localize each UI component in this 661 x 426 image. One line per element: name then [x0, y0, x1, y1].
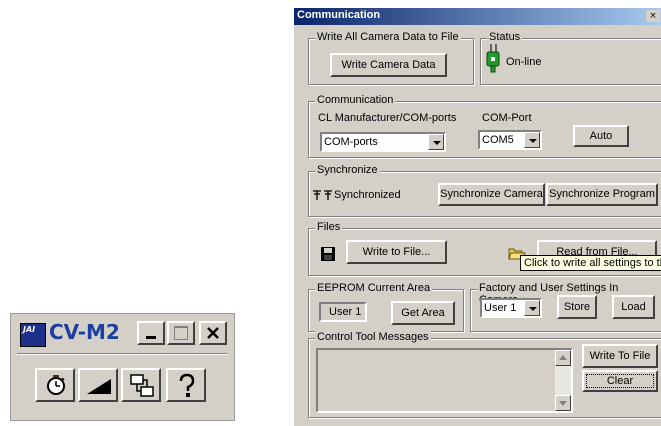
timer-button[interactable]: [35, 368, 75, 402]
communication-button[interactable]: [121, 368, 161, 402]
gain-ramp-icon: [87, 379, 111, 394]
write-to-file-messages-button[interactable]: Write To File: [582, 344, 658, 368]
user-settings-select[interactable]: User 1: [480, 298, 542, 318]
minimize-icon: [146, 336, 156, 339]
close-button[interactable]: [199, 321, 227, 345]
eeprom-current-area: User 1: [319, 302, 367, 322]
tooltip: Click to write all settings to th: [520, 255, 661, 271]
write-all-group-label: Write All Camera Data to File: [315, 31, 461, 43]
sync-status-text: Synchronized: [334, 189, 401, 201]
store-button[interactable]: Store: [557, 295, 597, 319]
eeprom-group-label: EEPROM Current Area: [315, 282, 433, 294]
synchronize-program-button[interactable]: Synchronize Program: [546, 183, 658, 206]
messages-scrollbar[interactable]: [555, 350, 571, 411]
synchronize-group-label: Synchronize: [315, 164, 380, 176]
gain-button[interactable]: [78, 368, 118, 402]
write-to-file-button[interactable]: Write to File...: [346, 240, 447, 264]
maximize-button[interactable]: [167, 321, 195, 345]
help-icon: [179, 373, 195, 397]
manufacturer-label: CL Manufacturer/COM-ports: [318, 112, 457, 124]
load-button[interactable]: Load: [612, 295, 655, 319]
communication-dialog: Communication × Write All Camera Data to…: [293, 8, 661, 426]
communication-group-label: Communication: [315, 94, 396, 106]
toolbar-titlebar[interactable]: JAI CV-M2: [11, 314, 234, 350]
help-button[interactable]: [166, 368, 206, 402]
close-icon: ×: [649, 11, 657, 21]
tooltip-text: Click to write all settings to th: [524, 257, 661, 269]
com-port-select[interactable]: COM5: [478, 130, 542, 150]
com-port-label: COM-Port: [482, 112, 532, 124]
toolbar-divider: [17, 353, 227, 355]
maximize-icon: [174, 326, 188, 340]
scroll-up-button[interactable]: [555, 350, 571, 366]
chevron-down-icon[interactable]: [428, 134, 444, 150]
sync-status-icon: [313, 190, 332, 200]
jai-logo-icon: JAI: [20, 323, 46, 347]
auto-button[interactable]: Auto: [573, 125, 629, 147]
clear-button[interactable]: Clear: [582, 370, 658, 392]
stopwatch-icon: [47, 375, 65, 395]
get-area-button[interactable]: Get Area: [391, 301, 455, 325]
save-disk-icon: [321, 247, 335, 261]
files-group-label: Files: [315, 221, 343, 233]
chevron-down-icon[interactable]: [524, 300, 540, 316]
eeprom-current-area-value: User 1: [329, 306, 362, 318]
network-icon: [130, 374, 154, 397]
messages-group-label: Control Tool Messages: [315, 331, 431, 343]
synchronize-camera-button[interactable]: Synchronize Camera: [438, 183, 545, 206]
minimize-button[interactable]: [137, 321, 165, 345]
user-settings-select-value: User 1: [484, 302, 517, 314]
dialog-title: Communication: [297, 9, 381, 21]
manufacturer-select-value: COM-ports: [324, 136, 378, 148]
write-camera-data-button[interactable]: Write Camera Data: [330, 53, 447, 77]
dialog-close-button[interactable]: ×: [646, 10, 660, 22]
chevron-up-icon: [559, 355, 567, 360]
chevron-down-icon: [559, 401, 567, 406]
chevron-down-icon[interactable]: [524, 132, 540, 148]
toolbar-window: JAI CV-M2: [10, 313, 235, 421]
dialog-titlebar[interactable]: Communication ×: [294, 8, 661, 25]
com-port-select-value: COM5: [482, 134, 514, 146]
close-icon: [207, 327, 219, 339]
manufacturer-select[interactable]: COM-ports: [320, 132, 446, 152]
plug-online-icon: [486, 44, 500, 73]
scroll-down-button[interactable]: [555, 395, 571, 411]
toolbar-title: CV-M2: [49, 320, 120, 344]
status-group-label: Status: [487, 31, 523, 43]
messages-textarea[interactable]: [316, 348, 573, 413]
status-value: On-line: [506, 56, 542, 68]
